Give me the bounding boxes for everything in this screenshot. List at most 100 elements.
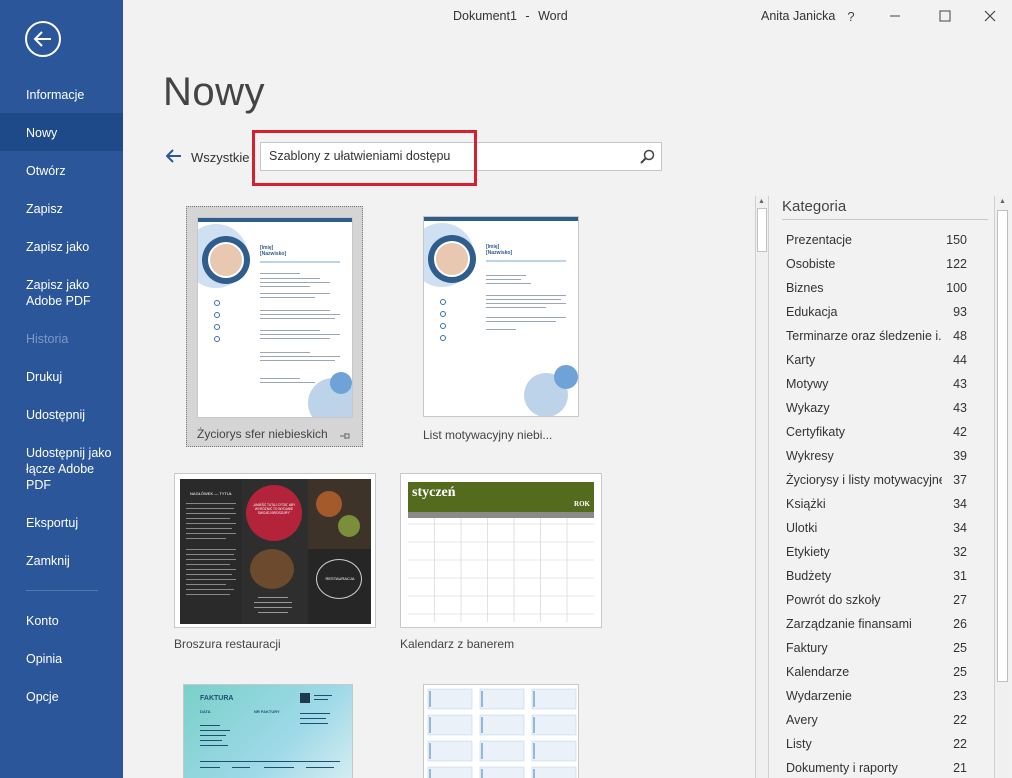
category-name: Karty	[786, 353, 816, 367]
text-line	[486, 299, 561, 300]
category-item[interactable]: Edukacja 93	[782, 304, 982, 328]
scrollbar-thumb[interactable]	[997, 210, 1008, 682]
nav-save-as[interactable]: Zapisz jako	[0, 239, 123, 255]
nav-account[interactable]: Konto	[0, 613, 123, 629]
category-name: Edukacja	[786, 305, 838, 319]
text-line	[260, 356, 340, 357]
category-item[interactable]: Listy 22	[782, 736, 982, 760]
text-line	[186, 503, 236, 504]
category-item[interactable]: Życiorysy i listy motywacyjne 37	[782, 472, 982, 496]
label-grid	[427, 688, 577, 778]
category-item[interactable]: Powrót do szkoły 27	[782, 592, 982, 616]
template-cover-letter[interactable]: [Imię] [Nazwisko] List motywacyjny niebi…	[423, 216, 583, 446]
category-item[interactable]: Zarządzanie finansami 26	[782, 616, 982, 640]
category-item[interactable]: Dokumenty i raporty 21	[782, 760, 982, 778]
rule	[260, 261, 340, 263]
template-labels[interactable]	[423, 684, 579, 778]
nav-save[interactable]: Zapisz	[0, 201, 123, 217]
category-count: 31	[953, 569, 967, 583]
nav-new[interactable]: Nowy	[0, 113, 123, 151]
category-name: Etykiety	[786, 545, 830, 559]
template-search-input[interactable]	[269, 149, 629, 163]
all-templates-link[interactable]: Wszystkie	[191, 150, 250, 165]
category-item[interactable]: Faktury 25	[782, 640, 982, 664]
category-item[interactable]: Budżety 31	[782, 568, 982, 592]
category-item[interactable]: Etykiety 32	[782, 544, 982, 568]
category-count: 43	[953, 401, 967, 415]
gallery-scrollbar[interactable]: ▲	[755, 196, 769, 778]
help-button[interactable]: ?	[829, 0, 873, 32]
nav-info[interactable]: Informacje	[0, 87, 123, 103]
title-separator: -	[525, 9, 530, 23]
nav-close[interactable]: Zamknij	[0, 553, 123, 569]
template-label: Życiorys sfer niebieskich	[197, 427, 328, 441]
contact-icon	[214, 300, 220, 306]
category-item[interactable]: Osobiste 122	[782, 256, 982, 280]
text-line	[264, 767, 294, 768]
text-line	[258, 612, 288, 613]
category-item[interactable]: Certyfikaty 42	[782, 424, 982, 448]
nav-share[interactable]: Udostępnij	[0, 407, 123, 423]
template-resume[interactable]: [Imię] [Nazwisko] Życiorys sfer niebiesk…	[186, 206, 363, 447]
category-scrollbar[interactable]: ▲	[994, 196, 1010, 778]
scrollbar-thumb[interactable]	[757, 208, 767, 252]
category-name: Certyfikaty	[786, 425, 846, 439]
category-item[interactable]: Ulotki 34	[782, 520, 982, 544]
text-line	[186, 523, 236, 524]
nav-share-pdf-link[interactable]: Udostępnij jako łącze Adobe PDF	[0, 445, 123, 493]
template-banner-calendar[interactable]: styczeń ROK Kalendarz z banerem	[400, 473, 602, 653]
category-item[interactable]: Avery 22	[782, 712, 982, 736]
category-item[interactable]: Kalendarze 25	[782, 664, 982, 688]
category-item[interactable]: Karty 44	[782, 352, 982, 376]
category-item[interactable]: Motywy 43	[782, 376, 982, 400]
logo	[300, 693, 310, 703]
scroll-up-icon[interactable]: ▲	[999, 198, 1006, 205]
maximize-button[interactable]	[923, 0, 967, 32]
close-window-button[interactable]	[968, 0, 1012, 32]
category-item[interactable]: Terminarze oraz śledzenie i... 48	[782, 328, 982, 352]
category-item[interactable]: Wykresy 39	[782, 448, 982, 472]
header-bar	[198, 218, 352, 222]
text-line	[486, 321, 556, 322]
text-line	[260, 330, 320, 331]
back-button[interactable]	[25, 21, 61, 57]
nav-open[interactable]: Otwórz	[0, 163, 123, 179]
minimize-button[interactable]	[873, 0, 917, 32]
decor-circle	[330, 372, 352, 394]
text-line	[200, 767, 220, 768]
document-name: Dokument1	[453, 9, 517, 23]
category-count: 32	[953, 545, 967, 559]
back-to-all-button[interactable]	[165, 149, 182, 168]
text-line	[314, 699, 328, 700]
category-item[interactable]: Biznes 100	[782, 280, 982, 304]
scroll-up-icon[interactable]: ▲	[758, 198, 765, 205]
text-line	[486, 279, 521, 280]
rule	[200, 761, 340, 762]
header-bar	[424, 217, 578, 221]
text-line	[260, 352, 310, 353]
food-dish	[316, 491, 342, 517]
template-invoice[interactable]: FAKTURA DATA NR FAKTURY	[183, 684, 353, 778]
search-button[interactable]	[640, 149, 655, 169]
minimize-icon	[890, 15, 900, 17]
user-name[interactable]: Anita Janicka	[761, 9, 835, 23]
category-count: 42	[953, 425, 967, 439]
nav-options[interactable]: Opcje	[0, 689, 123, 705]
nav-save-as-pdf[interactable]: Zapisz jako Adobe PDF	[0, 277, 123, 309]
nav-divider	[26, 590, 98, 591]
nav-print[interactable]: Drukuj	[0, 369, 123, 385]
text-line	[260, 286, 310, 287]
letter-surname: [Nazwisko]	[486, 250, 513, 256]
nav-export[interactable]: Eksportuj	[0, 515, 123, 531]
category-item[interactable]: Prezentacje 150	[782, 232, 982, 256]
category-item[interactable]: Wydarzenie 23	[782, 688, 982, 712]
category-item[interactable]: Książki 34	[782, 496, 982, 520]
template-restaurant-brochure[interactable]: NAGŁÓWEK — TYTUŁ „UMIEŚĆ TUTAJ CYTAT, AB…	[174, 473, 376, 653]
category-count: 22	[953, 737, 967, 751]
category-item[interactable]: Wykazy 43	[782, 400, 982, 424]
nav-feedback[interactable]: Opinia	[0, 651, 123, 667]
pin-button[interactable]	[339, 428, 351, 446]
text-line	[486, 303, 566, 304]
close-icon	[984, 10, 996, 22]
window-title: Dokument1 - Word	[453, 9, 568, 23]
